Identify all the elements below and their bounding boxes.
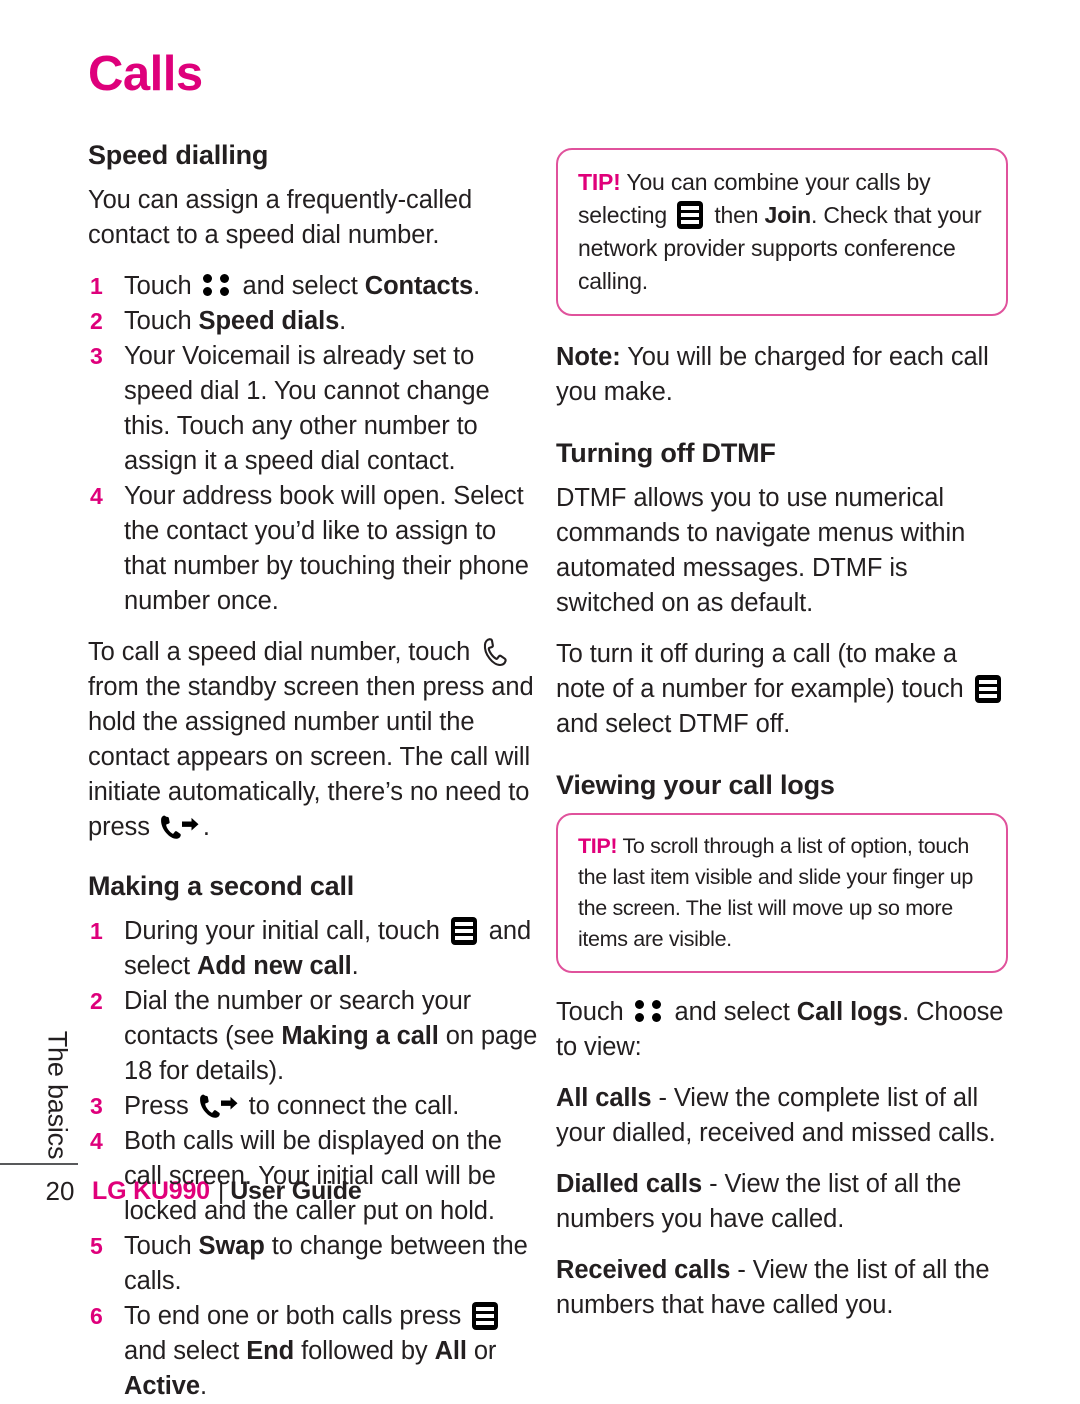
tip-join-label: TIP! [578,169,621,195]
instruction-step: 3 Press to connect the call. [88,1089,540,1124]
tip-join-body: You can combine your calls by selecting … [578,169,982,294]
note-label: Note: [556,343,621,371]
emphasis-text: Swap [198,1232,265,1261]
instruction-step: 6 To end one or both calls press and sele… [88,1299,540,1404]
page-number: 20 [45,1176,75,1206]
call-log-entry: All calls - View the complete list of al… [556,1081,1008,1151]
step-number: 2 [90,308,103,335]
instruction-step: 1 Touch and select Contacts. [88,269,540,304]
step-text: Your address book will open. Select the … [124,482,529,616]
heading-speed-dialling: Speed dialling [88,140,269,170]
manual-page: Calls The basics 20 LG KU990 | User Guide … [0,0,1080,1400]
tip-box-join: TIP! You can combine your calls by selec… [556,148,1008,316]
footer-divider [0,1163,78,1165]
dots-grid-icon [634,998,664,1024]
call-log-entry-term: Dialled calls [556,1170,703,1199]
options-key-icon [450,917,477,946]
emphasis-text: Add new call [197,952,352,981]
dots-grid-icon [202,272,232,298]
emphasis-text: End [246,1337,295,1366]
instruction-step: 3 Your Voicemail is already set to speed … [88,339,540,479]
step-text: Touch and select Contacts. [124,272,481,301]
step-number: 3 [90,343,103,370]
tip-join-text: TIP! You can combine your calls by selec… [578,166,986,298]
speed-dialling-intro: You can assign a frequently-called conta… [88,186,473,250]
instruction-step: 4 Both calls will be displayed on the cal… [88,1124,540,1229]
step-number: 4 [90,483,103,510]
call-log-entry: Dialled calls - View the list of all the… [556,1167,1008,1237]
options-key-icon [472,1302,499,1331]
dtmf-paragraph: DTMF allows you to use numerical command… [556,484,966,618]
call-send-icon [160,812,200,842]
emphasis-text: Call logs [796,998,903,1027]
emphasis-text: Join [764,202,812,228]
instruction-step: 2 Touch Speed dials. [88,304,540,339]
step-text: Your Voicemail is already set to speed d… [124,342,490,476]
right-column: TIP! You can combine your calls by selec… [556,148,1008,1339]
speed-dialling-steps: 1 Touch and select Contacts. 2 Touch Speed … [88,269,540,619]
section-tab: The basics [34,1020,80,1170]
tip-scroll-label: TIP! [578,834,618,859]
speed-dialling-outro: To call a speed dial number, touch from … [88,637,534,842]
instruction-step: 4 Your address book will open. Select the… [88,479,540,619]
step-text: Dial the number or search your contacts … [124,987,538,1086]
options-key-icon [677,201,704,229]
heading-making-second-call: Making a second call [88,871,355,902]
step-text: Press to connect the call. [124,1091,460,1121]
call-log-entry: Received calls - View the list of all th… [556,1253,1008,1323]
heading-turning-off-dtmf: Turning off DTMF [556,438,776,468]
options-key-icon [974,675,1001,704]
emphasis-text: Active [124,1372,200,1401]
step-text: Touch Swap to change between the calls. [124,1232,528,1296]
step-text: During your initial call, touch and sele… [124,917,532,981]
emphasis-text: Making a call [281,1022,439,1051]
page-title: Calls [88,47,203,101]
step-text: Both calls will be displayed on the call… [124,1127,502,1226]
step-number: 1 [90,918,103,945]
step-number: 4 [90,1128,103,1155]
step-text: Touch Speed dials. [124,307,347,336]
note-text: You will be charged for each call you ma… [556,343,989,406]
tip-scroll-text: TIP! To scroll through a list of option,… [578,831,986,955]
instruction-step: 2 Dial the number or search your contacts… [88,984,540,1089]
step-number: 1 [90,273,103,300]
emphasis-text: All [434,1337,467,1366]
instruction-step: 1 During your initial call, touch and sel… [88,914,540,984]
dtmf-turn-off-paragraph: To turn it off during a call (to make a … [556,637,1008,742]
emphasis-text: Speed dials [198,307,340,336]
left-column: Speed dialling You can assign a frequent… [88,140,540,1404]
step-number: 3 [90,1093,103,1120]
step-number: 2 [90,988,103,1015]
section-tab-label: The basics [42,1030,73,1160]
call-send-icon [199,1091,239,1121]
step-number: 5 [90,1233,103,1260]
heading-viewing-call-logs: Viewing your call logs [556,770,835,801]
call-log-entry-term: Received calls [556,1256,731,1285]
making-second-call-steps: 1 During your initial call, touch and sel… [88,914,540,1404]
step-text: To end one or both calls press and selec… [124,1302,499,1401]
call-logs-entry-list: All calls - View the complete list of al… [556,1081,1008,1323]
call-logs-touch-line: Touch and select Call logs. Choose to vi… [556,998,1004,1062]
step-number: 6 [90,1303,103,1330]
note-charge: Note: You will be charged for each call … [556,340,1008,410]
tip-box-scroll: TIP! To scroll through a list of option,… [556,813,1008,974]
handset-outline-icon [481,637,509,667]
call-log-entry-term: All calls [556,1084,652,1113]
emphasis-text: Contacts [364,272,474,301]
instruction-step: 5 Touch Swap to change between the calls. [88,1229,540,1299]
tip-scroll-body: To scroll through a list of option, touc… [578,834,974,952]
